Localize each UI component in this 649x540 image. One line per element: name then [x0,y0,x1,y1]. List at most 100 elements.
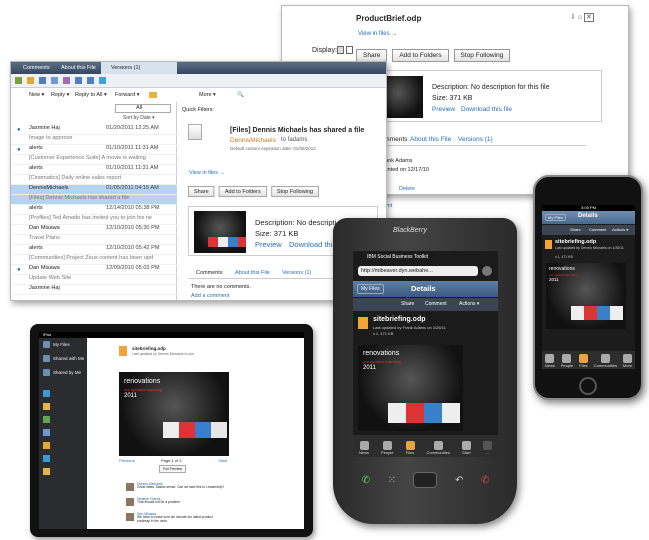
end-key-icon[interactable]: ✆ [481,475,489,486]
sidebar-item-my-files[interactable]: My Files [39,338,87,352]
tab-more-item[interactable]: More [623,354,632,368]
tab--item[interactable]: ... [482,441,492,455]
toolbar-icon[interactable] [75,77,82,84]
display-view-icons[interactable] [337,46,353,56]
toolbar-icon[interactable] [87,77,94,84]
app-icon[interactable] [43,429,50,436]
folder-icon[interactable] [149,92,157,98]
iphone-slide-preview[interactable]: renovations our updated branding 2011 [546,263,626,329]
iphone-actions-button[interactable]: Actions ▾ [612,227,628,232]
tab-about[interactable]: About this File [410,136,451,143]
toolbar-icon[interactable] [51,77,58,84]
tab-about[interactable]: About this File [235,270,270,276]
tab-comments[interactable]: Comments [196,270,223,276]
sort-control[interactable]: Sort by Date ▾ [123,115,155,121]
add-comment-link[interactable]: Add a comment [191,293,230,299]
view-in-files-link[interactable]: View in files → [358,31,397,37]
add-to-folders-button[interactable]: Add to Folders [218,186,267,198]
mail-row[interactable]: [Profiles] Ted Amado has invited you to … [11,215,177,225]
sidebar-item-shared-with-me[interactable]: Shared with Me [39,352,87,366]
tab-people-item[interactable]: People [381,441,394,455]
collapse-icon[interactable]: ⇩ [570,14,576,21]
filter-select[interactable]: All [115,104,171,113]
mail-row[interactable]: Image to approve [11,135,177,145]
app-icon[interactable] [43,442,50,449]
mail-row[interactable]: alerts 12/10/2010 05:42 PM [11,245,177,255]
tab-files-item[interactable]: Files [405,441,415,455]
search-icon[interactable]: 🔍 [237,89,244,101]
app-icon[interactable] [43,403,50,410]
toolbar-icon[interactable] [15,77,22,84]
toolbar-icon[interactable] [39,77,46,84]
app-icon[interactable] [43,390,50,397]
tab-versions[interactable]: Versions (1) [282,270,311,276]
tab-versions[interactable]: Versions (1) [458,136,493,143]
mail-row[interactable]: [Cinematics] Daily online sales report [11,175,177,185]
ipad-prev-link[interactable]: Previous [119,458,135,463]
bb-slide-preview[interactable]: renovations our updated branding 2011 [358,345,463,431]
preview-link[interactable]: Preview [432,106,455,113]
tab-news-item[interactable]: News [359,441,369,455]
bb-share-button[interactable]: Share [401,301,414,307]
tab-communities-item[interactable]: Communities [427,441,450,455]
mail-row[interactable]: alerts 01/10/2011 11:31 AM [11,165,177,175]
iphone-home-button[interactable] [579,377,597,395]
reply-button[interactable]: Reply ▾ [51,89,69,101]
mail-row[interactable]: ● Dan Misawa 12/09/2010 05:03 PM [11,265,177,275]
stop-following-button[interactable]: Stop Following [453,49,511,62]
file-thumbnail[interactable] [194,211,246,253]
tab-people-item[interactable]: People [561,354,573,368]
app-icon[interactable] [43,455,50,462]
back-key-icon[interactable]: ↶ [455,475,463,486]
tab-news-item[interactable]: News [545,354,555,368]
mail-row[interactable]: [Customer Experience Suite] A movie is w… [11,155,177,165]
message-sender[interactable]: DennisMichaels [230,137,276,144]
bb-back-button[interactable]: My Files [357,284,384,294]
app-icon[interactable] [43,416,50,423]
share-button[interactable]: Share [188,186,215,198]
view-in-files-link[interactable]: View in files → [189,170,225,176]
toolbar-icon[interactable] [99,77,106,84]
mail-row[interactable]: [Files] Dennis Michaels has shared a fil… [11,195,177,205]
tab-start-item[interactable]: Start [461,441,471,455]
mail-row[interactable]: ● Jasmine Haj 01/20/2011 12:25 AM [11,125,177,135]
mail-row[interactable]: Update Web Site [11,275,177,285]
bb-actions-button[interactable]: Actions ▾ [459,301,479,307]
forward-button[interactable]: Forward ▾ [115,89,139,101]
mail-row[interactable]: ● alerts 01/10/2011 11:31 AM [11,145,177,155]
app-icon[interactable] [43,468,50,475]
tab-home[interactable]: Comments [23,62,50,74]
bb-url-bar[interactable]: http://mibeaver.dyn.webahe... [358,266,478,276]
tab-files-item[interactable]: Files [578,354,588,368]
mail-row[interactable]: Dan Misawa 12/10/2010 05:30 PM [11,225,177,235]
call-key-icon[interactable]: ✆ [362,475,370,486]
bb-comment-button[interactable]: Comment [425,301,447,307]
ipad-full-preview-button[interactable]: Full Preview [159,465,187,473]
close-icon[interactable]: ✕ [584,13,594,22]
iphone-back-button[interactable]: My Files [545,214,566,221]
ipad-next-link[interactable]: Next [219,458,227,463]
sidebar-item-shared-by-me[interactable]: Shared by Me [39,366,87,380]
toolbar-icon[interactable] [27,77,34,84]
add-to-folders-button[interactable]: Add to Folders [392,49,449,62]
iphone-comment-button[interactable]: Comment [589,227,606,232]
tab-mail[interactable]: Versions (1) [101,62,177,74]
mail-row[interactable]: Travel Plans [11,235,177,245]
trackpad[interactable] [413,472,438,488]
reply-all-button[interactable]: Reply to All ▾ [75,89,107,101]
new-button[interactable]: New ▾ [29,89,44,101]
mail-row[interactable]: DennisMichaels 01/05/2011 04:15 AM [11,185,177,195]
toolbar-icon[interactable] [63,77,70,84]
more-button[interactable]: More ▾ [199,89,216,101]
mail-row[interactable]: [Communities] Project Zeus content has b… [11,255,177,265]
bb-go-icon[interactable] [482,266,492,276]
mail-row[interactable]: Jasmine Haj [11,285,177,295]
preview-link[interactable]: Preview [255,240,282,249]
mail-row[interactable]: alerts 12/14/2010 05:38 PM [11,205,177,215]
tab-communities-item[interactable]: Communities [594,354,617,368]
menu-key-icon[interactable]: ⁙ [388,475,396,486]
delete-link[interactable]: Delete [399,186,415,192]
ipad-slide-preview[interactable]: renovations our updated branding 2011 [119,372,229,456]
tab-workspace[interactable]: About this File [61,62,96,74]
download-link[interactable]: Download this file [461,106,512,113]
